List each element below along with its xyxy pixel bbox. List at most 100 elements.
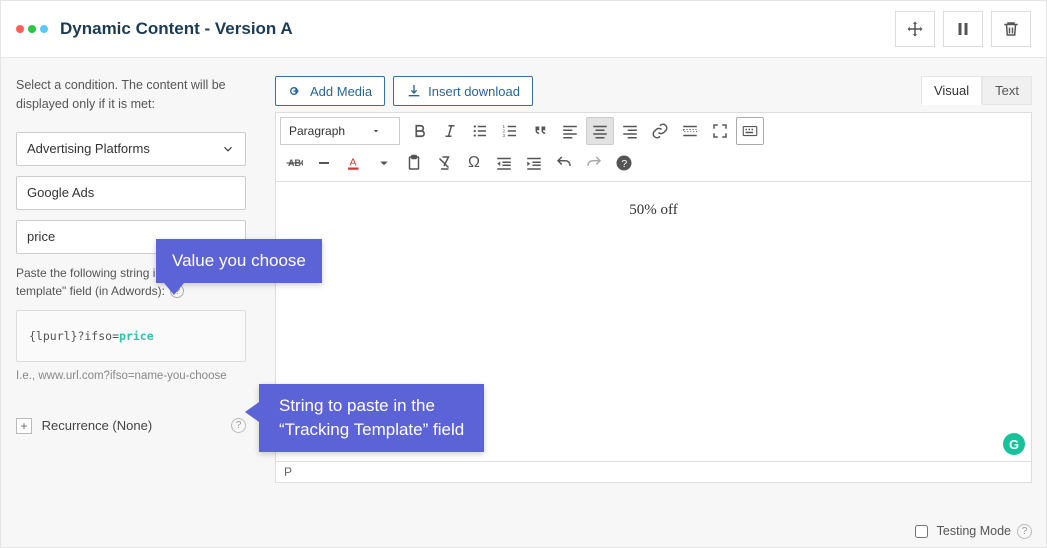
insert-more-button[interactable]	[676, 117, 704, 145]
editor-tabs: Visual Text	[921, 76, 1032, 105]
text-color-picker[interactable]	[370, 149, 398, 177]
code-value: price	[119, 329, 154, 343]
align-left-icon	[561, 122, 579, 140]
insert-download-label: Insert download	[428, 84, 520, 99]
condition-description: Select a condition. The content will be …	[16, 76, 246, 114]
hr-icon	[319, 162, 329, 164]
svg-text:A: A	[350, 156, 357, 168]
redo-icon	[585, 154, 603, 172]
editor-path: P	[275, 462, 1032, 483]
more-icon	[681, 122, 699, 140]
toolbar-toggle-button[interactable]	[736, 117, 764, 145]
example-text: I.e., www.url.com?ifso=name-you-choose	[16, 370, 246, 382]
text-color-icon: A	[345, 154, 363, 172]
editor-toolbar: Paragraph 123 ABC A	[275, 112, 1032, 182]
align-center-button[interactable]	[586, 117, 614, 145]
recurrence-help-icon[interactable]: ?	[231, 418, 246, 433]
fullscreen-icon	[711, 122, 729, 140]
bold-icon	[411, 122, 429, 140]
chevron-down-icon	[221, 142, 235, 156]
quote-icon	[531, 122, 549, 140]
pause-button[interactable]	[943, 11, 983, 47]
tab-text[interactable]: Text	[982, 76, 1032, 105]
strikethrough-button[interactable]: ABC	[280, 149, 308, 177]
dropdown-icon	[371, 126, 381, 136]
chevron-down-icon	[375, 154, 393, 172]
bold-button[interactable]	[406, 117, 434, 145]
format-value: Paragraph	[289, 124, 345, 138]
align-center-icon	[591, 122, 609, 140]
code-prefix: {lpurl}?ifso=	[29, 329, 119, 343]
download-icon	[406, 83, 422, 99]
dynamic-content-block: Dynamic Content - Version A Select a con…	[0, 0, 1047, 548]
insert-download-button[interactable]: Insert download	[393, 76, 533, 106]
testing-mode-label: Testing Mode	[937, 524, 1011, 538]
media-icon	[288, 83, 304, 99]
hr-button[interactable]	[310, 149, 338, 177]
value-text: price	[27, 229, 55, 244]
bullet-list-button[interactable]	[466, 117, 494, 145]
indent-button[interactable]	[520, 149, 548, 177]
redo-button[interactable]	[580, 149, 608, 177]
link-button[interactable]	[646, 117, 674, 145]
condition-type-select[interactable]: Advertising Platforms	[16, 132, 246, 166]
undo-icon	[555, 154, 573, 172]
callout-value-text: Value you choose	[172, 251, 306, 270]
help-button[interactable]: ?	[610, 149, 638, 177]
footer: Testing Mode ?	[915, 515, 1032, 547]
header-actions	[895, 11, 1031, 47]
indent-icon	[525, 154, 543, 172]
condition-sidebar: Select a condition. The content will be …	[1, 58, 261, 509]
condition-type-value: Advertising Platforms	[27, 141, 150, 156]
tab-visual[interactable]: Visual	[921, 76, 982, 105]
clear-formatting-button[interactable]	[430, 149, 458, 177]
media-buttons: Add Media Insert download	[275, 76, 1032, 106]
callout-string-line2: “Tracking Template” field	[279, 420, 464, 439]
special-char-button[interactable]: Ω	[460, 149, 488, 177]
add-media-button[interactable]: Add Media	[275, 76, 385, 106]
trash-icon	[1002, 20, 1020, 38]
testing-mode-help-icon[interactable]: ?	[1017, 524, 1032, 539]
format-select[interactable]: Paragraph	[280, 117, 400, 145]
header-left: Dynamic Content - Version A	[16, 19, 293, 39]
align-left-button[interactable]	[556, 117, 584, 145]
tracking-template-box[interactable]: {lpurl}?ifso=price	[16, 310, 246, 362]
delete-button[interactable]	[991, 11, 1031, 47]
svg-text:3: 3	[503, 133, 506, 138]
align-right-button[interactable]	[616, 117, 644, 145]
omega-icon: Ω	[468, 154, 480, 172]
recurrence-row: + Recurrence (None) ?	[16, 418, 246, 434]
add-media-label: Add Media	[310, 84, 372, 99]
recurrence-toggle[interactable]: +	[16, 418, 32, 434]
link-icon	[651, 122, 669, 140]
svg-text:?: ?	[621, 158, 627, 170]
help-icon: ?	[615, 154, 633, 172]
italic-icon	[441, 122, 459, 140]
grammarly-icon[interactable]: G	[1003, 433, 1025, 455]
move-icon	[906, 20, 924, 38]
move-button[interactable]	[895, 11, 935, 47]
testing-mode-checkbox[interactable]	[915, 525, 928, 538]
keyboard-icon	[741, 122, 759, 140]
clear-icon	[435, 154, 453, 172]
callout-string: String to paste in the “Tracking Templat…	[259, 384, 484, 452]
callout-string-line1: String to paste in the	[279, 396, 435, 415]
editor-content[interactable]: 50% off	[296, 202, 1011, 219]
undo-button[interactable]	[550, 149, 578, 177]
pause-icon	[954, 20, 972, 38]
platform-input[interactable]: Google Ads	[16, 176, 246, 210]
block-header: Dynamic Content - Version A	[1, 1, 1046, 58]
recurrence-label: Recurrence (None)	[42, 418, 153, 433]
callout-value: Value you choose	[156, 239, 322, 283]
align-right-icon	[621, 122, 639, 140]
traffic-dots	[16, 25, 48, 33]
text-color-button[interactable]: A	[340, 149, 368, 177]
numbered-list-button[interactable]: 123	[496, 117, 524, 145]
fullscreen-button[interactable]	[706, 117, 734, 145]
block-body: Select a condition. The content will be …	[1, 58, 1046, 509]
outdent-button[interactable]	[490, 149, 518, 177]
blockquote-button[interactable]	[526, 117, 554, 145]
outdent-icon	[495, 154, 513, 172]
italic-button[interactable]	[436, 117, 464, 145]
paste-text-button[interactable]	[400, 149, 428, 177]
